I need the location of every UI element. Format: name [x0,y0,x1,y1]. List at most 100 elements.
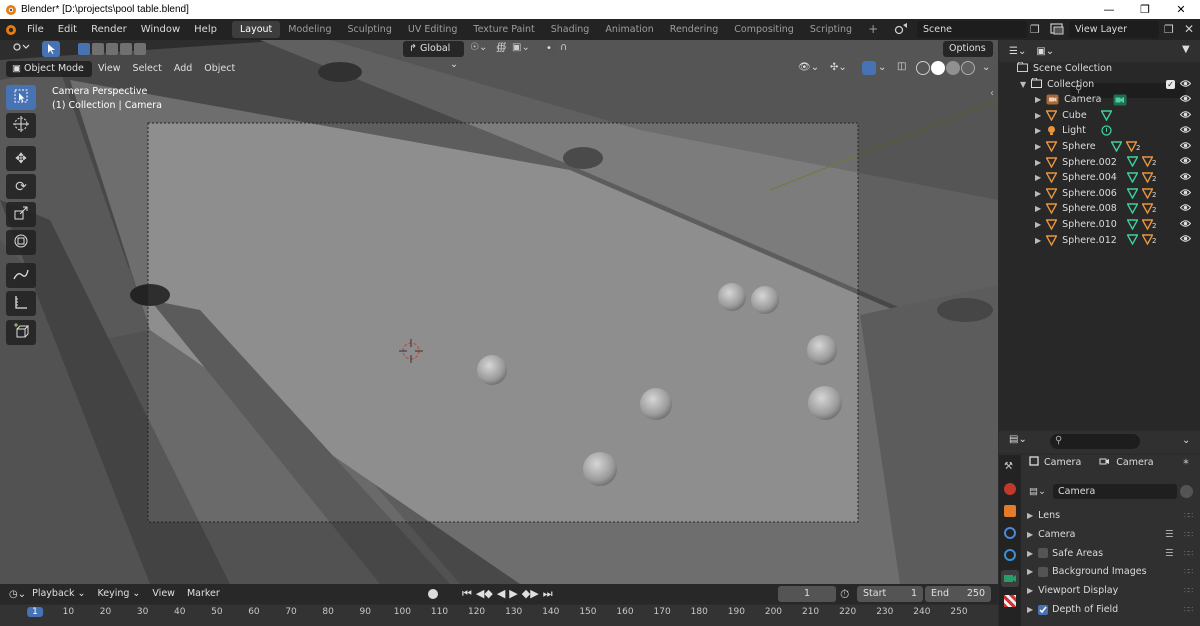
panel-expand-arrow-icon[interactable]: ▶ [1027,567,1033,576]
prev-keyframe-icon[interactable]: ◀◆ [476,587,493,601]
outliner-item-camera[interactable]: ▶ Camera [999,92,1200,108]
scene-tab-icon[interactable] [1004,483,1016,495]
eye-icon[interactable] [1179,234,1192,246]
texture-tab-icon[interactable] [1004,595,1016,607]
options-dropdown[interactable]: Options ⌄ [943,41,993,70]
physics-tab-icon[interactable] [1004,527,1016,539]
eye-icon[interactable] [1179,203,1192,215]
blender-menu-icon[interactable] [0,23,20,36]
select-intersect-icon[interactable] [134,43,146,55]
object-tab-icon[interactable] [1004,505,1016,517]
panel-drag-handle-icon[interactable]: ∷∷ [1184,549,1193,558]
record-icon[interactable] [428,589,438,599]
modifier-icon[interactable]: 2 [1142,219,1156,230]
menu-help[interactable]: Help [187,24,224,35]
end-frame-field[interactable]: End 250 [925,586,991,602]
data-camera-icon[interactable] [1113,94,1127,106]
add-workspace-icon[interactable]: + [860,21,886,38]
play-reverse-icon[interactable]: ◀ [497,587,505,601]
outliner-item-sphere[interactable]: ▶ Sphere 2 [999,139,1200,155]
select-extend-icon[interactable] [92,43,104,55]
expand-arrow-icon[interactable]: ▶ [1035,204,1041,213]
modifier-icon[interactable]: 2 [1126,141,1140,152]
pin-icon[interactable]: ✶ [1182,457,1190,468]
play-icon[interactable]: ▶ [509,587,517,601]
xray-icon[interactable]: ◫ [897,61,906,72]
filter-icon[interactable]: ▼ [1182,44,1190,55]
remove-view-layer-icon[interactable]: ✕ [1184,22,1194,36]
eye-icon[interactable] [1179,219,1192,231]
panel-depth-of-field[interactable]: ▶ Depth of Field ∷∷ [1021,601,1200,618]
cursor-tool[interactable] [6,113,36,138]
expand-arrow-icon[interactable]: ▶ [1035,126,1041,135]
timeline-editor-icon[interactable]: ◷⌄ [9,589,26,600]
outliner-item-sphere-008[interactable]: ▶ Sphere.008 2 [999,201,1200,217]
view-layer-field[interactable]: View Layer [1069,21,1159,38]
properties-search-input[interactable]: ⚲ [1050,434,1140,449]
outliner-item-light[interactable]: ▶ Light [999,123,1200,139]
modifier-icon[interactable]: 2 [1142,172,1156,183]
panel-expand-arrow-icon[interactable]: ▶ [1027,605,1033,614]
modifier-icon[interactable]: 2 [1142,234,1156,246]
snap-target-icon[interactable]: ▣⌄ [512,42,530,53]
panel-lens[interactable]: ▶ Lens ∷∷ [1021,507,1200,524]
wireframe-shading-icon[interactable] [916,61,930,75]
data-mesh-icon[interactable] [1127,172,1138,183]
constraints-tab-icon[interactable] [1004,549,1016,561]
3d-viewport[interactable]: ↱ Global ⌄ ☉⌄ ∰ ▣⌄ • ∩ Options ⌄ ▣ Objec… [0,40,998,584]
expand-arrow-icon[interactable]: ▼ [1020,80,1026,89]
data-mesh-icon[interactable] [1127,219,1138,230]
tab-shading[interactable]: Shading [543,21,598,38]
menu-window[interactable]: Window [134,24,187,35]
eye-icon[interactable] [1179,156,1192,168]
next-keyframe-icon[interactable]: ◆▶ [522,587,539,601]
properties-editor-icon[interactable]: ▤⌄ [1009,434,1027,445]
select-box-tool[interactable] [6,85,36,110]
menu-marker[interactable]: Marker [181,586,226,602]
panel-drag-handle-icon[interactable]: ∷∷ [1184,586,1193,595]
panel-expand-arrow-icon[interactable]: ▶ [1027,511,1033,520]
data-light-icon[interactable] [1101,125,1112,136]
add-cube-tool[interactable] [6,320,36,345]
transform-tool[interactable] [6,230,36,255]
eye-icon[interactable] [1179,172,1192,184]
overlays-icon[interactable] [862,61,876,75]
data-mesh-icon[interactable] [1111,141,1122,152]
presets-list-icon[interactable]: ☰ [1165,548,1174,559]
new-view-layer-icon[interactable]: ❐ [1164,23,1174,36]
rotate-tool[interactable]: ⟳ [6,174,36,199]
outliner-scene-collection[interactable]: Scene Collection [999,61,1200,77]
eye-icon[interactable] [1179,125,1192,137]
outliner-item-sphere-010[interactable]: ▶ Sphere.010 2 [999,217,1200,233]
snap-icon[interactable]: ∰ [496,42,507,53]
data-mesh-icon[interactable] [1127,156,1138,168]
modifier-icon[interactable]: 2 [1142,187,1156,199]
tab-uv-editing[interactable]: UV Editing [400,21,466,38]
menu-add[interactable]: Add [168,61,198,77]
gizmo-icon[interactable]: ✣⌄ [830,62,847,73]
data-mesh-icon[interactable] [1101,109,1112,121]
panel-expand-arrow-icon[interactable]: ▶ [1027,549,1033,558]
menu-keying[interactable]: Keying ⌄ [91,586,146,602]
current-frame-indicator[interactable]: 1 [27,607,43,617]
view-layer-icon[interactable] [1049,22,1065,39]
modifier-icon[interactable]: 2 [1142,203,1156,215]
move-tool[interactable]: ✥ [6,146,36,171]
eye-icon[interactable] [1179,110,1192,122]
panel-drag-handle-icon[interactable]: ∷∷ [1184,530,1193,539]
menu-playback[interactable]: Playback ⌄ [26,586,91,602]
camera-datablock-field[interactable]: Camera [1053,484,1177,499]
object-mode-dropdown[interactable]: ▣ Object Mode ⌄ [6,61,92,90]
camera-data-tab-icon[interactable] [1001,570,1019,587]
tab-layout[interactable]: Layout [231,21,281,38]
tab-modeling[interactable]: Modeling [280,21,339,38]
eye-icon[interactable] [1179,188,1192,200]
data-mesh-icon[interactable] [1127,203,1138,215]
solid-shading-icon[interactable] [931,61,945,75]
chevron-down-icon[interactable]: ⌄ [982,62,990,73]
falloff-icon[interactable]: ∩ [560,42,567,53]
outliner-item-sphere-006[interactable]: ▶ Sphere.006 2 [999,186,1200,202]
datablock-camera-icon[interactable]: ▤⌄ [1029,486,1046,497]
tab-rendering[interactable]: Rendering [662,21,727,38]
new-scene-icon[interactable]: ❐ [1030,23,1040,36]
